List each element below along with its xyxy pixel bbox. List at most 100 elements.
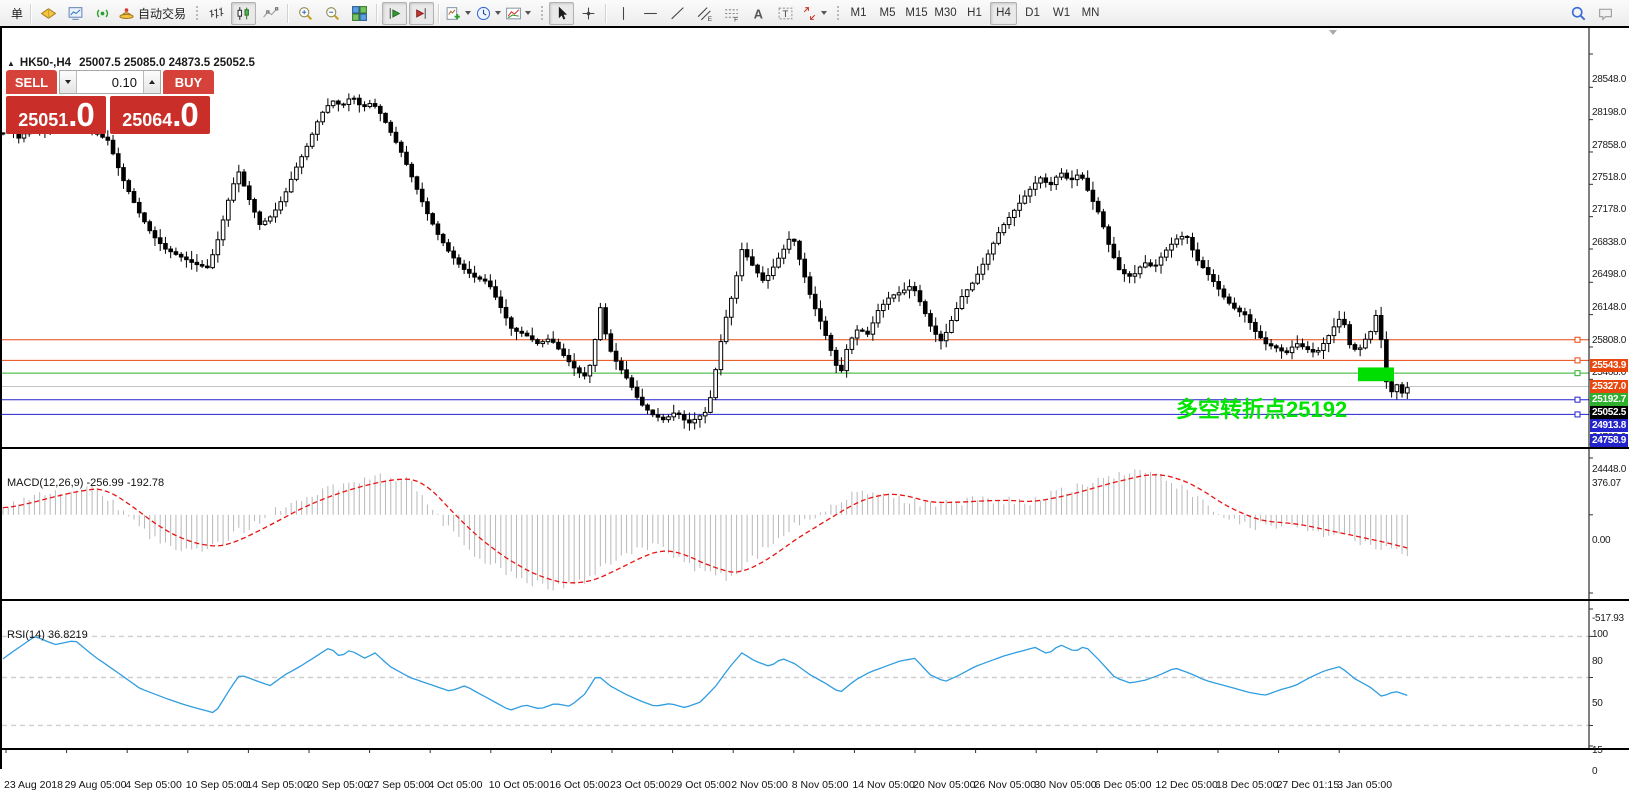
zoom-in-button[interactable] [293,2,318,25]
line-handle[interactable] [1575,412,1580,417]
market-watch-icon [67,5,84,22]
horizontal-line-icon [642,5,659,22]
text-label-icon: T [777,5,794,22]
tile-windows-button[interactable] [347,2,372,25]
date-axis-label: 29 Oct 05:00 [671,779,731,791]
timeframe-mn-button[interactable]: MN [1077,2,1104,25]
date-axis-label: 2 Nov 05:00 [731,779,788,791]
toolbar-right [1565,2,1619,25]
volume-input[interactable]: 0.10 [77,71,143,93]
volume-decrease-button[interactable] [60,71,77,93]
market-watch-button[interactable] [63,2,88,25]
chat-button[interactable] [1593,2,1618,25]
fibonacci-button[interactable]: F [719,2,744,25]
line-chart-icon [262,5,279,22]
timeframe-m30-button[interactable]: M30 [932,2,959,25]
toolbar-grip[interactable] [835,4,840,22]
toolbar-group: 单 [0,0,27,26]
metatrader-window: 单 自动交易 EFAT M1M5M15M30H1H4D1W1MN ▲ HK50-,H4… [0,0,1629,769]
date-axis-label: 20 Nov 05:00 [913,779,975,791]
date-axis-label: 23 Oct 05:00 [610,779,670,791]
price-axis-label: 27518.0 [1592,172,1626,183]
indicators-button[interactable] [444,2,472,25]
timeframe-m1-button[interactable]: M1 [845,2,872,25]
zoom-out-button[interactable] [320,2,345,25]
arrows-button[interactable] [800,2,828,25]
chevron-up-icon [149,80,155,84]
timeframe-m15-button[interactable]: M15 [903,2,930,25]
templates-button[interactable] [504,2,532,25]
line-handle[interactable] [1575,337,1580,342]
timeframe-h4-button[interactable]: H4 [990,2,1017,25]
line-handle[interactable] [1575,371,1580,376]
toolbar-group [373,0,435,26]
one-click-trading-panel: SELL 0.10 BUY 25051.0 25064.0 [6,70,214,134]
buy-price-frac: .0 [172,96,198,134]
timeframe-d1-button[interactable]: D1 [1019,2,1046,25]
chevron-down-icon[interactable] [495,11,501,15]
toolbar-separator [287,4,289,23]
channel-button[interactable]: E [692,2,717,25]
chart-shift-button[interactable] [409,2,434,25]
date-axis-label: 10 Oct 05:00 [489,779,549,791]
signals-button[interactable] [90,2,115,25]
bar-chart-button[interactable] [204,2,229,25]
templates-icon [505,5,522,22]
price-level-badge: 24758.9 [1590,434,1628,447]
autotrading-button[interactable]: 自动交易 [117,2,187,25]
price-axis-label: 26498.0 [1592,269,1626,280]
price-axis-label: 26838.0 [1592,237,1626,248]
autotrading-icon [118,5,135,22]
new-order-button[interactable]: 单 [1,2,26,25]
annotation-text[interactable]: 多空转折点25192 [1176,392,1347,424]
chat-icon [1597,5,1614,22]
timeframe-m5-button[interactable]: M5 [874,2,901,25]
toolbar-separator [376,4,378,23]
sell-price-frac: .0 [68,96,94,134]
toolbar-grip[interactable] [539,4,544,22]
panel-collapse-icon[interactable]: ▲ [7,59,15,68]
auto-scroll-button[interactable] [382,2,407,25]
periods-button[interactable] [474,2,502,25]
line-handle[interactable] [1575,358,1580,363]
buy-button[interactable]: BUY [163,70,214,94]
chart-canvas[interactable] [0,26,1629,769]
timeframe-h1-button[interactable]: H1 [961,2,988,25]
candlestick-chart-button[interactable] [231,2,256,25]
sell-button[interactable]: SELL [6,70,57,94]
chevron-down-icon[interactable] [465,11,471,15]
buy-price-display[interactable]: 25064.0 [110,96,210,134]
tile-windows-icon [351,5,368,22]
line-handle[interactable] [1575,397,1580,402]
highlight-zone[interactable] [1358,367,1394,381]
date-axis-label: 16 Oct 05:00 [549,779,609,791]
crosshair-button[interactable] [576,2,601,25]
chart-ohlc-values: 25007.5 25085.0 24873.5 25052.5 [79,57,255,69]
text-icon: A [750,5,767,22]
chevron-down-icon[interactable] [821,11,827,15]
search-button[interactable] [1566,2,1591,25]
toolbar-group [435,0,533,26]
vertical-line-button[interactable] [611,2,636,25]
horizontal-line-button[interactable] [638,2,663,25]
macd-indicator-label: MACD(12,26,9) -256.99 -192.78 [7,477,164,489]
text-label-button[interactable]: T [773,2,798,25]
chart-window[interactable]: ▲ HK50-,H4 25007.5 25085.0 24873.5 25052… [0,26,1629,769]
line-chart-button[interactable] [258,2,283,25]
trendline-button[interactable] [665,2,690,25]
date-axis-label: 30 Nov 05:00 [1034,779,1096,791]
sell-price-display[interactable]: 25051.0 [6,96,106,134]
chevron-down-icon[interactable] [525,11,531,15]
cursor-button[interactable] [549,2,574,25]
text-button[interactable]: A [746,2,771,25]
svg-text:A: A [754,6,763,21]
toolbar-grip[interactable] [194,4,199,22]
rsi-axis-label: 80 [1592,656,1603,667]
timeframe-w1-button[interactable]: W1 [1048,2,1075,25]
price-axis-label: 24448.0 [1592,464,1626,475]
rsi-axis-label: 100 [1592,629,1608,640]
price-level-badge: 25192.7 [1590,393,1628,406]
volume-increase-button[interactable] [143,71,160,93]
date-axis-label: 23 Aug 2018 [4,779,63,791]
metaeditor-button[interactable] [36,2,61,25]
